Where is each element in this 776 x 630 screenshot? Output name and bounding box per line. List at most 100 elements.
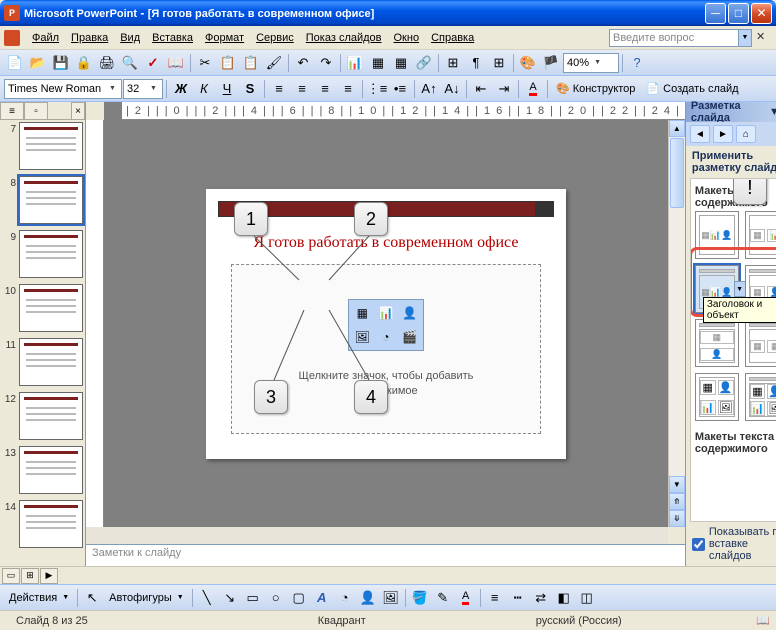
menu-help[interactable]: Справка bbox=[425, 30, 480, 46]
scroll-down-button[interactable]: ▼ bbox=[669, 476, 685, 493]
maximize-button[interactable]: □ bbox=[728, 3, 749, 24]
font-color-button-draw[interactable]: A bbox=[455, 587, 477, 609]
menu-format[interactable]: Формат bbox=[199, 30, 250, 46]
autoshapes-menu[interactable]: Автофигуры▼ bbox=[104, 587, 189, 609]
layout-item[interactable]: ▦📊 bbox=[745, 211, 776, 259]
increase-font-button[interactable]: A↑ bbox=[418, 78, 440, 100]
select-objects-button[interactable]: ↖ bbox=[81, 587, 103, 609]
menu-view[interactable]: Вид bbox=[114, 30, 146, 46]
color-button[interactable]: 🎨 bbox=[517, 52, 539, 74]
bold-button[interactable]: Ж bbox=[170, 78, 192, 100]
dash-style-button[interactable]: ┅ bbox=[507, 587, 529, 609]
draw-actions-menu[interactable]: Действия▼ bbox=[4, 587, 74, 609]
open-button[interactable]: 📂 bbox=[27, 52, 49, 74]
paste-button[interactable]: 📋 bbox=[240, 52, 262, 74]
insert-picture-icon[interactable]: 🖼 bbox=[351, 326, 374, 349]
layout-item[interactable]: ▦▦ bbox=[745, 319, 776, 367]
insert-chart-button[interactable]: 📊 bbox=[344, 52, 366, 74]
thumbnail-preview[interactable] bbox=[19, 500, 83, 548]
scroll-up-button[interactable]: ▲ bbox=[669, 120, 685, 137]
undo-button[interactable]: ↶ bbox=[292, 52, 314, 74]
zoom-combo[interactable]: 40% ▼ bbox=[563, 53, 619, 73]
help-dropdown-icon[interactable]: ▼ bbox=[739, 29, 752, 47]
align-right-button[interactable]: ≡ bbox=[314, 78, 336, 100]
taskpane-dropdown[interactable]: ▼ bbox=[769, 106, 776, 118]
picture-button[interactable]: 🖼 bbox=[380, 587, 402, 609]
minimize-button[interactable]: ─ bbox=[705, 3, 726, 24]
doc-close-button[interactable]: ✕ bbox=[756, 30, 772, 46]
font-combo[interactable]: Times New Roman ▼ bbox=[4, 79, 122, 99]
print-button[interactable]: 🖨 bbox=[96, 52, 118, 74]
layout-item[interactable]: ▦👤 bbox=[695, 319, 739, 367]
normal-view-button[interactable]: ▭ bbox=[2, 568, 20, 584]
fill-color-button[interactable]: 🪣 bbox=[409, 587, 431, 609]
thumbnail-item[interactable]: 10 bbox=[2, 284, 83, 332]
thumbnail-item[interactable]: 7 bbox=[2, 122, 83, 170]
redo-button[interactable]: ↷ bbox=[315, 52, 337, 74]
insert-chart-icon[interactable]: 📊 bbox=[375, 302, 398, 325]
menu-file[interactable]: Файл bbox=[26, 30, 65, 46]
layout-item[interactable]: ▦👤📊🖼 bbox=[695, 373, 739, 421]
clipart-button[interactable]: 👤 bbox=[357, 587, 379, 609]
cut-button[interactable]: ✂ bbox=[194, 52, 216, 74]
textbox-tool-button[interactable]: ▢ bbox=[288, 587, 310, 609]
menu-edit[interactable]: Правка bbox=[65, 30, 114, 46]
thumbnail-preview[interactable] bbox=[19, 122, 83, 170]
flag-button[interactable]: 🏴 bbox=[540, 52, 562, 74]
thumbnail-item[interactable]: 14 bbox=[2, 500, 83, 548]
shadow-style-button[interactable]: ◧ bbox=[553, 587, 575, 609]
decrease-font-button[interactable]: A↓ bbox=[441, 78, 463, 100]
arrow-style-button[interactable]: ⇄ bbox=[530, 587, 552, 609]
close-button[interactable]: ✕ bbox=[751, 3, 772, 24]
increase-indent-button[interactable]: ⇥ bbox=[493, 78, 515, 100]
thumbnail-preview[interactable] bbox=[19, 176, 83, 224]
copy-button[interactable]: 📋 bbox=[217, 52, 239, 74]
editor-vscrollbar[interactable]: ▲ ▼ ⤊ ⤋ bbox=[668, 120, 685, 527]
nav-forward-button[interactable]: ► bbox=[713, 125, 733, 143]
new-button[interactable]: 📄 bbox=[4, 52, 26, 74]
expand-all-button[interactable]: ⊞ bbox=[442, 52, 464, 74]
wordart-button[interactable]: A bbox=[311, 587, 333, 609]
layout-item[interactable]: ▦📊👤 bbox=[695, 211, 739, 259]
insert-diagram-icon[interactable]: ◔ bbox=[375, 326, 398, 349]
line-color-button[interactable]: ✎ bbox=[432, 587, 454, 609]
menu-window[interactable]: Окно bbox=[388, 30, 426, 46]
show-formatting-button[interactable]: ¶ bbox=[465, 52, 487, 74]
slides-tab[interactable]: ▫ bbox=[24, 102, 48, 120]
oval-tool-button[interactable]: ○ bbox=[265, 587, 287, 609]
menu-slideshow[interactable]: Показ слайдов bbox=[300, 30, 388, 46]
layout-item[interactable]: ▦👤📊🖼 bbox=[745, 373, 776, 421]
app-control-icon[interactable] bbox=[4, 30, 20, 46]
rectangle-tool-button[interactable]: ▭ bbox=[242, 587, 264, 609]
spelling-button[interactable]: ✓ bbox=[142, 52, 164, 74]
nav-home-button[interactable]: ⌂ bbox=[736, 125, 756, 143]
prev-slide-button[interactable]: ⤊ bbox=[669, 493, 685, 510]
sorter-view-button[interactable]: ⊞ bbox=[21, 568, 39, 584]
align-left-button[interactable]: ≡ bbox=[268, 78, 290, 100]
grid-button[interactable]: ⊞ bbox=[488, 52, 510, 74]
thumbnail-item[interactable]: 12 bbox=[2, 392, 83, 440]
insert-table-icon[interactable]: ▦ bbox=[351, 302, 374, 325]
insert-table-button[interactable]: ▦ bbox=[367, 52, 389, 74]
font-size-combo[interactable]: 32 ▼ bbox=[123, 79, 163, 99]
status-language[interactable]: русский (Россия) bbox=[526, 615, 632, 627]
show-on-insert-checkbox[interactable] bbox=[692, 538, 705, 551]
status-spelling-icon[interactable]: 📖 bbox=[756, 614, 770, 627]
numbering-button[interactable]: ⋮≡ bbox=[366, 78, 388, 100]
designer-button[interactable]: 🎨 Конструктор bbox=[551, 78, 640, 100]
decrease-indent-button[interactable]: ⇤ bbox=[470, 78, 492, 100]
permission-button[interactable]: 🔒 bbox=[73, 52, 95, 74]
thumbnail-item[interactable]: 9 bbox=[2, 230, 83, 278]
next-slide-button[interactable]: ⤋ bbox=[669, 510, 685, 527]
slide-canvas[interactable]: Я готов работать в современном офисе ▦ 📊… bbox=[104, 120, 668, 527]
italic-button[interactable]: К bbox=[193, 78, 215, 100]
thumbnail-preview[interactable] bbox=[19, 284, 83, 332]
thumbnail-item[interactable]: 8 bbox=[2, 176, 83, 224]
slideshow-view-button[interactable]: ▶ bbox=[40, 568, 58, 584]
3d-style-button[interactable]: ◫ bbox=[576, 587, 598, 609]
align-justify-button[interactable]: ≡ bbox=[337, 78, 359, 100]
outline-tab[interactable]: ≡ bbox=[0, 102, 24, 120]
shadow-button[interactable]: S bbox=[239, 78, 261, 100]
scroll-thumb[interactable] bbox=[670, 138, 684, 208]
thumbnail-preview[interactable] bbox=[19, 338, 83, 386]
